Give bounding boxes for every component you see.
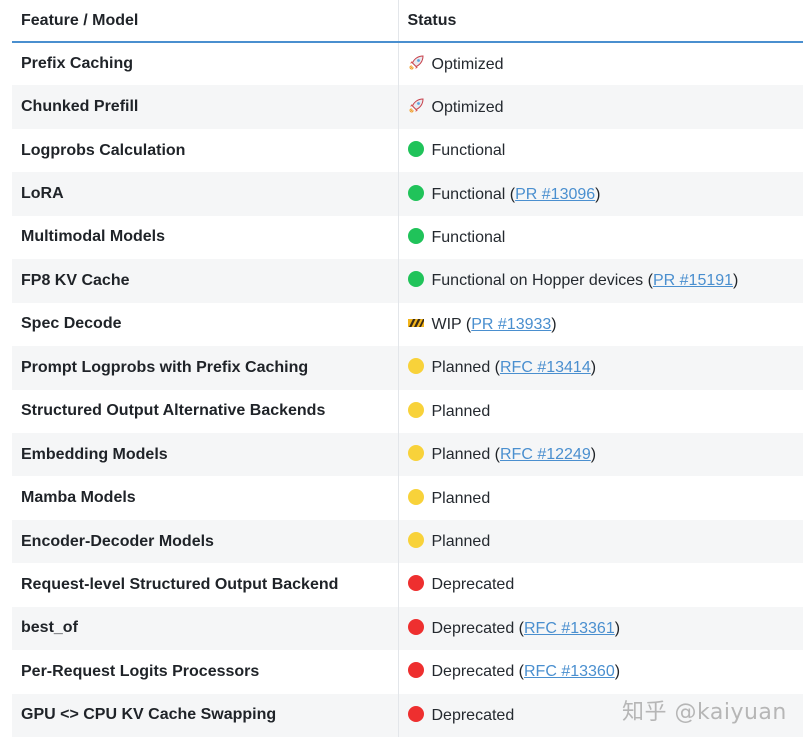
table-header-row: Feature / Model Status [12,0,803,43]
feature-cell: Structured Output Alternative Backends [21,402,326,420]
feature-cell: Prefix Caching [21,55,134,73]
feature-cell: Request-level Structured Output Backend [21,575,339,593]
reference-link[interactable]: RFC #13414 [500,359,591,376]
status-cell: WIP (PR #13933) [397,302,803,347]
reference-link[interactable]: RFC #13361 [524,620,615,637]
table-row: Multimodal Models Functional [12,215,803,260]
yellow-circle-icon [407,532,424,549]
status-label: Planned [431,533,491,551]
table-row: Chunked Prefill Optimized [12,85,803,129]
status-label: Functional [431,142,506,160]
status-label: Planned [431,359,491,377]
table-row: best_of Deprecated (RFC #13361) [12,606,803,651]
table-row: Encoder-Decoder Models Planned [12,519,803,564]
table-row: LoRA Functional (PR #13096) [12,172,803,216]
red-circle-icon [407,575,424,592]
feature-cell: Prompt Logprobs with Prefix Caching [21,358,309,376]
feature-cell: LoRA [21,185,64,203]
status-cell: Functional [397,128,803,173]
status-cell: Planned (RFC #13414) [397,346,803,390]
status-label: Functional on Hopper devices [431,272,644,290]
yellow-circle-icon [407,401,424,418]
feature-cell: Embedding Models [21,445,168,463]
yellow-circle-icon [407,358,424,375]
page: Feature / Model Status Prefix Caching Opt… [0,0,809,745]
status-cell: Functional [397,215,803,260]
status-label: Optimized [431,98,504,116]
status-label: Functional [431,185,506,203]
status-cell: Deprecated [397,563,803,607]
feature-cell: FP8 KV Cache [21,271,130,289]
status-label: Deprecated [431,619,515,637]
status-cell: Planned [397,519,803,564]
status-label: Planned [431,446,491,464]
status-cell: Optimized [397,42,803,86]
green-circle-icon [407,271,424,288]
status-cell: Planned (RFC #12249) [397,432,803,477]
status-cell: Functional on Hopper devices (PR #15191) [397,259,803,303]
status-cell: Planned [397,476,803,520]
green-circle-icon [407,141,424,158]
feature-column-header: Feature / Model [12,0,398,43]
reference-link[interactable]: RFC #12249 [500,446,591,463]
construction-icon [407,315,424,331]
status-label: WIP [431,315,462,333]
green-circle-icon [407,184,424,201]
table-row: Prompt Logprobs with Prefix Caching Plann… [12,346,803,390]
red-circle-icon [407,705,424,722]
yellow-circle-icon [407,488,424,505]
status-label: Functional [431,228,506,246]
green-circle-icon [407,227,424,244]
status-label: Planned [431,489,491,507]
yellow-circle-icon [407,445,424,462]
reference-link[interactable]: PR #13096 [515,186,595,203]
status-cell: Deprecated (RFC #13361) [397,606,803,651]
feature-cell: Logprobs Calculation [21,141,186,159]
status-cell: Planned [397,389,803,433]
feature-status-table: Feature / Model Status Prefix Caching Opt… [12,0,803,737]
status-label: Deprecated [431,663,515,681]
table-row: Per-Request Logits Processors Deprecated … [12,650,803,694]
table-row: Logprobs Calculation Functional [12,128,803,173]
status-label: Deprecated [431,706,515,724]
status-cell: Optimized [397,85,803,129]
table-row: Prefix Caching Optimized [12,42,803,86]
feature-cell: GPU <> CPU KV Cache Swapping [21,706,277,724]
status-label: Deprecated [431,576,515,594]
feature-cell: Chunked Prefill [21,98,139,116]
reference-link[interactable]: PR #13933 [471,316,551,333]
reference-link[interactable]: RFC #13360 [524,663,615,680]
watermark: 知乎 @kaiyuan [622,700,787,725]
rocket-icon [408,98,424,114]
table-row: Structured Output Alternative Backends Pl… [12,389,803,433]
status-label: Planned [431,402,491,420]
table-row: FP8 KV Cache Functional on Hopper devices… [12,259,803,303]
table-row: Mamba Models Planned [12,476,803,520]
red-circle-icon [407,662,424,679]
feature-cell: Multimodal Models [21,228,165,246]
reference-link[interactable]: PR #15191 [653,272,733,289]
table-row: Embedding Models Planned (RFC #12249) [12,432,803,477]
table-row: Request-level Structured Output Backend D… [12,563,803,607]
status-column-header: Status [397,0,803,43]
feature-cell: Spec Decode [21,315,122,333]
red-circle-icon [407,618,424,635]
status-cell: Deprecated (RFC #13360) [397,650,803,694]
status-cell: Functional (PR #13096) [397,172,803,216]
feature-cell: Encoder-Decoder Models [21,532,214,550]
table-body: Prefix Caching Optimized Chunked Prefill Op… [12,42,803,737]
table-row: Spec Decode WIP (PR #13933) [12,302,803,347]
rocket-icon [408,55,424,71]
feature-cell: Mamba Models [21,489,136,507]
feature-cell: best_of [21,619,78,637]
feature-cell: Per-Request Logits Processors [21,662,260,680]
status-label: Optimized [431,55,504,73]
